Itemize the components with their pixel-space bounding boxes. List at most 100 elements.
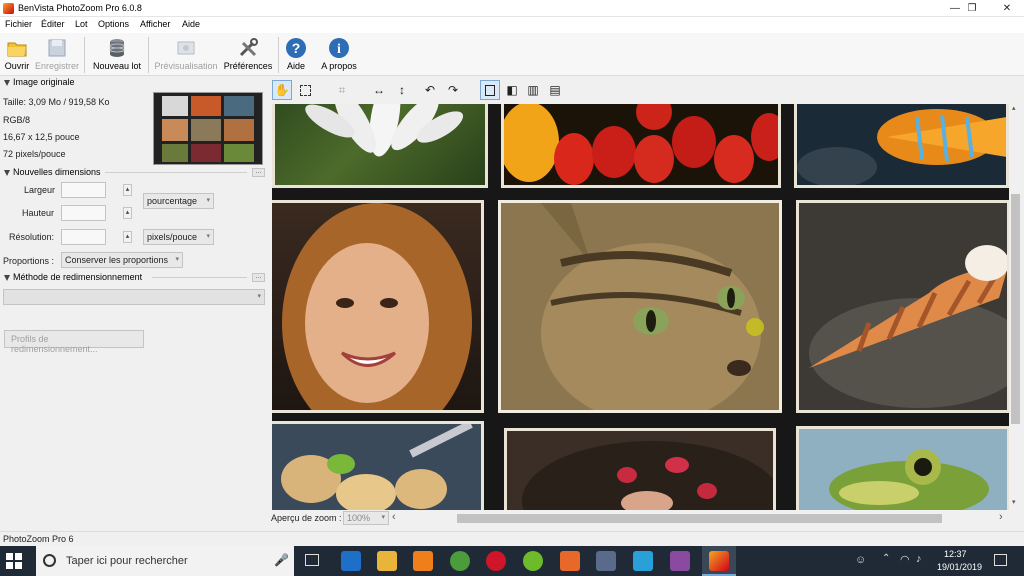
- vertical-arrows-icon: ↕: [399, 83, 405, 97]
- menu-lot[interactable]: Lot: [75, 19, 88, 29]
- app-icon: [3, 3, 14, 14]
- height-stepper[interactable]: ▴: [123, 207, 132, 219]
- menu-options[interactable]: Options: [98, 19, 129, 29]
- show-hidden-icons-icon[interactable]: ⌃: [882, 553, 890, 564]
- photo-seashell: [796, 200, 1009, 413]
- resize-method-select[interactable]: ▾: [3, 289, 265, 305]
- rotate-right-icon: ↷: [447, 83, 459, 97]
- status-text: PhotoZoom Pro 6: [3, 534, 74, 544]
- microphone-icon[interactable]: 🎤: [274, 553, 289, 567]
- dimensions-more-button[interactable]: ...: [252, 168, 265, 177]
- width-input[interactable]: [61, 182, 106, 198]
- selection-tool-button[interactable]: [295, 80, 315, 100]
- scroll-right-icon[interactable]: ›: [999, 511, 1003, 523]
- start-button[interactable]: [6, 553, 22, 571]
- tropical-fish-image: [797, 109, 1007, 187]
- scroll-up-icon[interactable]: ▴: [1012, 104, 1016, 112]
- app-orange-icon[interactable]: [560, 551, 580, 571]
- menu-bar: Fichier Éditer Lot Options Afficher Aide: [0, 17, 1024, 33]
- side-by-side-button[interactable]: ▥: [523, 80, 543, 100]
- maximize-button[interactable]: ❐: [955, 0, 989, 17]
- hand-tool-button[interactable]: ✋: [272, 80, 292, 100]
- clock-time[interactable]: 12:37: [944, 549, 967, 559]
- collapse-triangle-icon: [4, 274, 10, 281]
- size-unit-select[interactable]: pourcentage ▾: [143, 193, 214, 209]
- resolution-input[interactable]: [61, 229, 106, 245]
- frog-image: [799, 429, 1007, 510]
- stacked-view-button[interactable]: ▤: [545, 80, 565, 100]
- save-button[interactable]: Enregistrer: [35, 35, 79, 75]
- water-lily-image: [305, 104, 464, 157]
- horizontal-arrows-icon: ↔: [373, 83, 385, 97]
- resize-method-header[interactable]: Méthode de redimensionnement: [4, 272, 142, 282]
- crop-button[interactable]: ⌗: [332, 80, 352, 100]
- open-button[interactable]: Ouvrir: [2, 35, 32, 75]
- resolution-label: Résolution:: [9, 232, 55, 242]
- resolution-unit-select[interactable]: pixels/pouce ▾: [143, 229, 214, 245]
- vertical-scrollbar[interactable]: ▴ ▾: [1009, 104, 1022, 510]
- file-explorer-icon[interactable]: [377, 551, 397, 571]
- snipping-tool-icon[interactable]: [596, 551, 616, 571]
- taskbar-search-box[interactable]: Taper ici pour rechercher 🎤: [36, 546, 294, 576]
- photo-water-lily: [272, 104, 488, 188]
- proportions-select[interactable]: Conserver les proportions ▾: [61, 252, 183, 268]
- photo-woman-smiling: [272, 200, 484, 443]
- original-image-header[interactable]: Image originale: [4, 77, 75, 87]
- help-button[interactable]: ? Aide: [282, 35, 310, 75]
- menu-afficher[interactable]: Afficher: [140, 19, 170, 29]
- about-button[interactable]: i A propos: [318, 35, 360, 75]
- notifications-icon[interactable]: [994, 554, 1007, 566]
- preview-button[interactable]: Prévisualisation: [153, 35, 219, 75]
- toolbar-separator: [84, 37, 85, 73]
- photozoom-taskbar-button[interactable]: [702, 546, 736, 576]
- resolution-stepper[interactable]: ▴: [123, 231, 132, 243]
- proportions-label: Proportions :: [3, 256, 55, 266]
- close-button[interactable]: ✕: [990, 0, 1024, 17]
- single-view-button[interactable]: [480, 80, 500, 100]
- app-blue-icon[interactable]: [633, 551, 653, 571]
- volume-icon[interactable]: ♪: [916, 553, 922, 565]
- zoom-select[interactable]: 100% ▾: [343, 511, 389, 525]
- menu-fichier[interactable]: Fichier: [5, 19, 32, 29]
- preferences-button[interactable]: Préférences: [223, 35, 273, 75]
- chrome-icon[interactable]: [450, 551, 470, 571]
- original-size: Taille: 3,09 Mo / 919,58 Ko: [3, 97, 110, 107]
- menu-editer[interactable]: Éditer: [41, 19, 65, 29]
- edge-icon[interactable]: [341, 551, 361, 571]
- split-view-button[interactable]: ◧: [502, 80, 522, 100]
- horizontal-scroll-thumb[interactable]: [457, 514, 942, 523]
- app-green-icon[interactable]: [523, 551, 543, 571]
- vertical-scroll-thumb[interactable]: [1011, 194, 1020, 424]
- tools-icon: [239, 38, 258, 57]
- preview-icon: [177, 41, 195, 55]
- rotate-right-button[interactable]: ↷: [443, 80, 463, 100]
- people-icon[interactable]: ☺: [855, 554, 866, 566]
- new-dimensions-header[interactable]: Nouvelles dimensions: [4, 167, 101, 177]
- image-viewport[interactable]: [272, 104, 1009, 510]
- menu-aide[interactable]: Aide: [182, 19, 200, 29]
- resize-method-more-button[interactable]: ...: [252, 273, 265, 282]
- vlc-icon[interactable]: [413, 551, 433, 571]
- folder-icon: [7, 42, 27, 57]
- marquee-icon: [299, 85, 311, 96]
- split-pane-icon: ◧: [506, 83, 518, 97]
- scroll-left-icon[interactable]: ‹: [392, 511, 396, 523]
- resize-profiles-button[interactable]: Profils de redimensionnement...: [4, 330, 144, 354]
- scroll-down-icon[interactable]: ▾: [1012, 498, 1016, 506]
- windows-logo-icon: [6, 553, 22, 569]
- settings-panel: Image originale Taille: 3,09 Mo / 919,58…: [0, 76, 268, 531]
- potatoes-image: [272, 420, 481, 510]
- task-view-icon[interactable]: [305, 554, 319, 566]
- zoom-label: Aperçu de zoom :: [271, 513, 342, 523]
- rotate-left-button[interactable]: ↶: [420, 80, 440, 100]
- fit-height-button[interactable]: ↕: [392, 80, 412, 100]
- opera-icon[interactable]: [486, 551, 506, 571]
- collapse-triangle-icon: [4, 79, 10, 86]
- fit-width-button[interactable]: ↔: [369, 80, 389, 100]
- height-input[interactable]: [61, 205, 106, 221]
- wifi-icon[interactable]: ◠: [900, 553, 910, 566]
- app-purple-icon[interactable]: [670, 551, 690, 571]
- width-stepper[interactable]: ▴: [123, 184, 132, 196]
- clock-date[interactable]: 19/01/2019: [937, 562, 982, 572]
- new-batch-button[interactable]: Nouveau lot: [90, 35, 144, 75]
